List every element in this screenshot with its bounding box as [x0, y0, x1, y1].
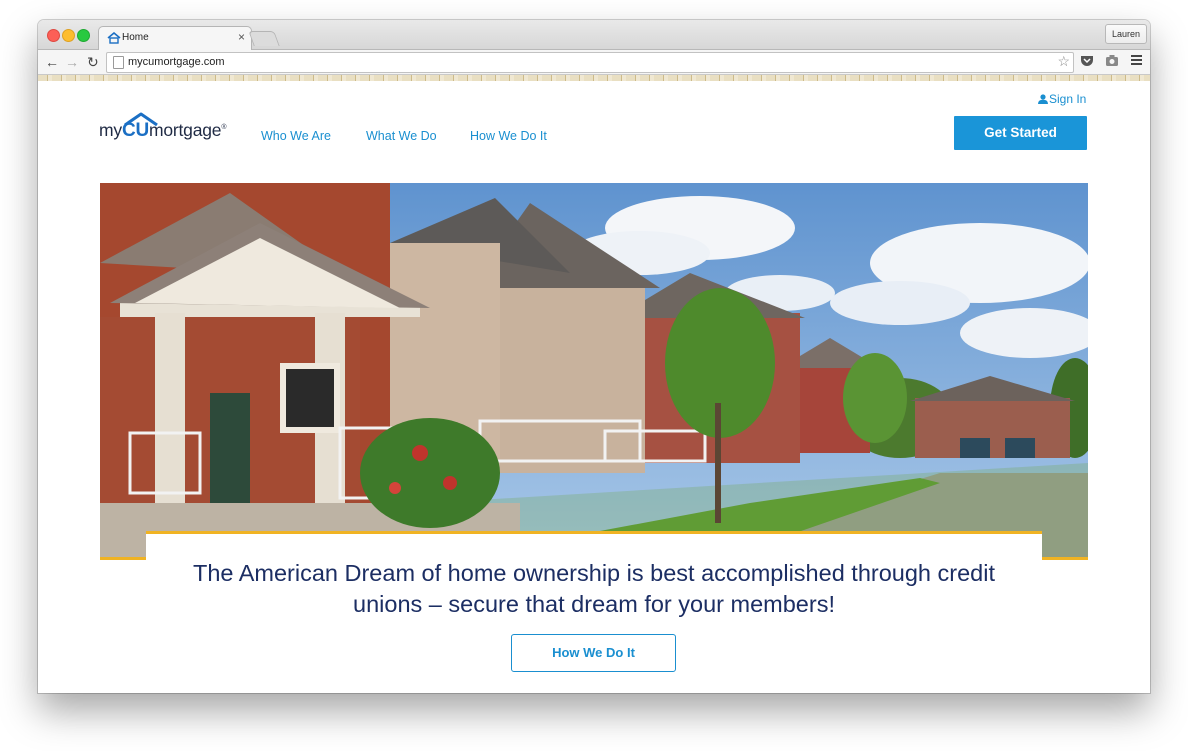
back-arrow-icon[interactable]: ←: [45, 53, 59, 71]
hero-headline: The American Dream of home ownership is …: [193, 560, 995, 617]
tab-title: Home: [122, 32, 149, 43]
bookmark-star-icon[interactable]: ☆: [1057, 53, 1070, 70]
how-we-do-it-button[interactable]: How We Do It: [511, 634, 676, 672]
sign-in-link[interactable]: Sign In: [1038, 92, 1086, 106]
new-tab-button[interactable]: [248, 31, 280, 46]
house-icon: [107, 32, 121, 44]
pocket-icon[interactable]: [1080, 54, 1094, 68]
suburban-houses-photo: [100, 183, 1088, 559]
logo-cu: CU: [121, 120, 149, 141]
minimize-window-button[interactable]: [62, 29, 75, 42]
sign-in-label: Sign In: [1049, 92, 1087, 106]
page-icon: [113, 56, 124, 69]
nav-how-we-do-it[interactable]: How We Do It: [470, 129, 547, 143]
menu-icon[interactable]: [1130, 54, 1143, 66]
user-icon: [1038, 94, 1048, 104]
close-tab-icon[interactable]: ×: [238, 30, 245, 44]
browser-toolbar: ← → ↻ mycumortgage.com ☆: [38, 50, 1150, 75]
get-started-button[interactable]: Get Started: [954, 116, 1087, 150]
logo-prefix: my: [99, 120, 122, 140]
tab-bar: Home × Lauren: [38, 20, 1150, 51]
logo-registered-mark: ®: [221, 124, 227, 132]
camera-icon[interactable]: [1105, 54, 1119, 67]
reload-icon[interactable]: ↻: [87, 53, 99, 71]
nav-who-we-are[interactable]: Who We Are: [261, 129, 331, 143]
browser-window: Home × Lauren ← → ↻ mycumortgage.com ☆ S…: [38, 20, 1150, 693]
tab-home[interactable]: Home ×: [98, 26, 252, 51]
url-text: mycumortgage.com: [128, 56, 225, 68]
site-logo[interactable]: myCUmortgage®: [99, 112, 241, 144]
address-bar[interactable]: mycumortgage.com ☆: [106, 52, 1074, 73]
decorative-strip: [38, 75, 1150, 81]
hero-image: [100, 183, 1088, 559]
nav-what-we-do[interactable]: What We Do: [366, 129, 437, 143]
close-window-button[interactable]: [47, 29, 60, 42]
logo-text: myCUmortgage®: [99, 120, 226, 142]
forward-arrow-icon[interactable]: →: [65, 53, 79, 71]
profile-button[interactable]: Lauren: [1105, 24, 1147, 44]
maximize-window-button[interactable]: [77, 29, 90, 42]
logo-suffix: mortgage: [148, 120, 222, 140]
